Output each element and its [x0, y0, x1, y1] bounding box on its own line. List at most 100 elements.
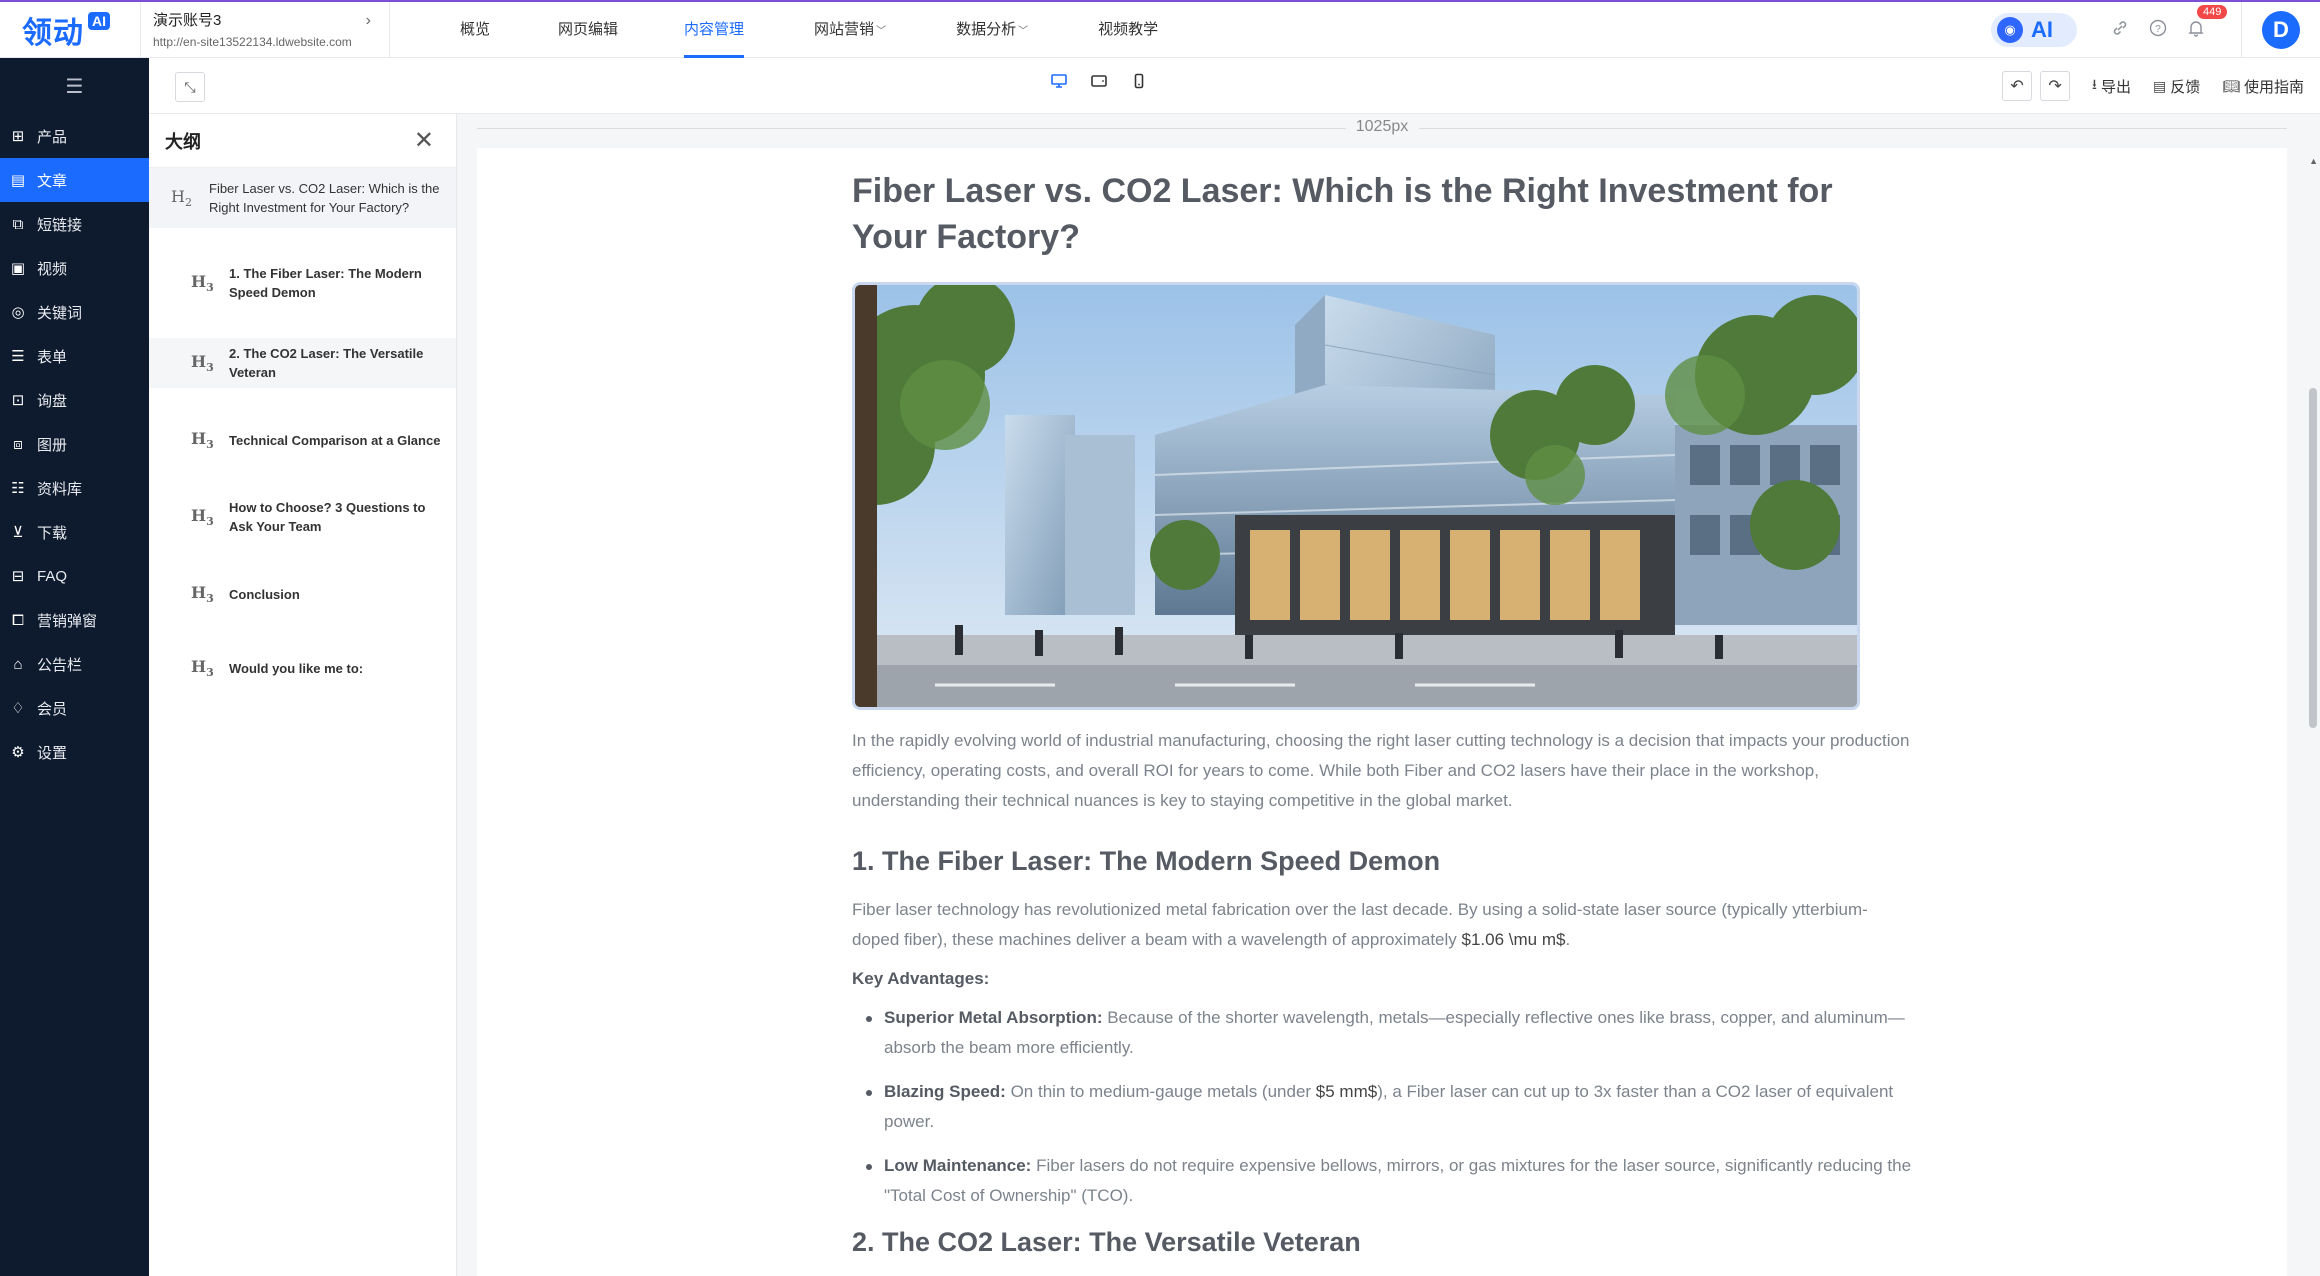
editor-canvas: 1025px Fiber Laser vs. CO2 Laser: Which …	[457, 114, 2320, 1276]
feedback-icon: ▤	[2152, 77, 2167, 94]
account-switcher[interactable]: 演示账号3 http://en-site13522134.ldwebsite.c…	[140, 2, 390, 58]
robot-icon: ◉	[1997, 17, 2023, 43]
outline-item-text: Technical Comparison at a Glance	[229, 432, 441, 448]
form-icon: ☰	[11, 348, 25, 365]
guide-button[interactable]: 📖︎ 使用指南	[2222, 76, 2304, 97]
feedback-button[interactable]: ▤ 反馈	[2153, 76, 2200, 97]
list-item[interactable]: Superior Metal Absorption: Because of th…	[866, 1003, 1912, 1063]
section-paragraph[interactable]: Fiber laser technology has revolutionize…	[852, 895, 1912, 955]
key-advantages-label[interactable]: Key Advantages:	[852, 969, 1912, 989]
document-icon: ▤	[10, 172, 26, 189]
article-title[interactable]: Fiber Laser vs. CO2 Laser: Which is the …	[852, 168, 1912, 260]
advantages-list: Superior Metal Absorption: Because of th…	[852, 1003, 1912, 1211]
list-item[interactable]: Blazing Speed: On thin to medium-gauge m…	[866, 1077, 1912, 1137]
nav-video-tutorials[interactable]: 视频教学	[1098, 2, 1158, 58]
nav-page-edit[interactable]: 网页编辑	[558, 2, 618, 58]
sidebar-item-short-links[interactable]: ⧉ 短链接	[0, 202, 149, 246]
sidebar-item-albums[interactable]: ⧈ 图册	[0, 422, 149, 466]
download-icon: ⊻	[12, 524, 24, 541]
desktop-icon[interactable]	[1039, 73, 1079, 94]
h3-icon: H3	[191, 505, 214, 529]
tablet-icon[interactable]	[1079, 73, 1119, 94]
sidebar-item-articles[interactable]: ▤ 文章	[0, 158, 149, 202]
outline-item-h3[interactable]: H3 How to Choose? 3 Questions to Ask You…	[149, 492, 456, 542]
brand-logo[interactable]: 领动 AI	[0, 2, 140, 58]
sidebar-item-keywords[interactable]: ◎ 关键词	[0, 290, 149, 334]
sidebar-item-forms[interactable]: ☰ 表单	[0, 334, 149, 378]
user-avatar[interactable]: D	[2262, 11, 2300, 49]
logo-ai-badge: AI	[88, 12, 110, 30]
link-icon[interactable]	[2101, 19, 2139, 42]
nav-data-analysis[interactable]: 数据分析 ﹀	[956, 2, 1028, 58]
outline-title: 大纲	[165, 132, 201, 152]
article-content[interactable]: Fiber Laser vs. CO2 Laser: Which is the …	[852, 168, 1912, 1258]
scrollbar-thumb[interactable]	[2309, 388, 2317, 728]
menu-toggle-icon[interactable]: ☰	[0, 58, 149, 114]
outline-item-h3[interactable]: H3 2. The CO2 Laser: The Versatile Veter…	[149, 338, 456, 388]
nav-site-marketing[interactable]: 网站营销 ﹀	[814, 2, 886, 58]
toolbar-actions: ↶ ↷ ⭳ 导出 ▤ 反馈 📖︎ 使用指南	[1994, 71, 2304, 101]
h3-icon: H3	[191, 656, 214, 680]
top-bar: 领动 AI 演示账号3 http://en-site13522134.ldweb…	[0, 0, 2320, 58]
close-icon[interactable]: ✕	[414, 126, 434, 155]
sidebar-item-members[interactable]: ♢ 会员	[0, 686, 149, 730]
sidebar-item-bulletin[interactable]: ⌂ 公告栏	[0, 642, 149, 686]
outline-item-text: Fiber Laser vs. CO2 Laser: Which is the …	[209, 181, 440, 215]
article-page[interactable]: Fiber Laser vs. CO2 Laser: Which is the …	[477, 148, 2287, 1276]
undo-icon[interactable]: ↶	[2002, 71, 2033, 101]
outline-item-h3[interactable]: H3 1. The Fiber Laser: The Modern Speed …	[149, 258, 456, 308]
redo-icon[interactable]: ↷	[2040, 71, 2071, 101]
chat-icon: ⊡	[11, 392, 25, 409]
collapse-icon[interactable]: ⤡	[175, 72, 205, 102]
mobile-icon[interactable]	[1119, 73, 1159, 94]
member-icon: ♢	[11, 700, 25, 717]
outline-header: 大纲 ✕	[149, 114, 456, 168]
database-icon: ☷	[11, 480, 25, 497]
divider	[2241, 2, 2242, 58]
outline-item-h2[interactable]: H2 Fiber Laser vs. CO2 Laser: Which is t…	[149, 168, 456, 228]
building-illustration	[855, 285, 1857, 707]
sidebar-item-videos[interactable]: ▣ 视频	[0, 246, 149, 290]
hero-image[interactable]	[852, 282, 1860, 710]
ruler-label: 1025px	[1345, 118, 1419, 136]
ai-label: AI	[2031, 17, 2053, 42]
sidebar-item-inquiries[interactable]: ⊡ 询盘	[0, 378, 149, 422]
help-icon[interactable]: ?	[2139, 19, 2177, 42]
link-icon: ⧉	[12, 215, 24, 233]
scrollbar[interactable]: ▲	[2306, 148, 2320, 1276]
sidebar-item-library[interactable]: ☷ 资料库	[0, 466, 149, 510]
notification-bell[interactable]: 449	[2177, 4, 2228, 42]
sidebar-item-popups[interactable]: ⧠ 营销弹窗	[0, 598, 149, 642]
outline-item-h3[interactable]: H3 Technical Comparison at a Glance	[149, 418, 456, 462]
ai-assistant-button[interactable]: ◉ AI	[1991, 13, 2077, 47]
notification-badge: 449	[2197, 4, 2228, 19]
nav-content-management[interactable]: 内容管理	[684, 2, 745, 58]
main-nav: 概览 网页编辑 内容管理 网站营销 ﹀ 数据分析 ﹀ 视频教学	[460, 2, 1158, 58]
account-url: http://en-site13522134.ldwebsite.com	[153, 35, 352, 49]
faq-icon: ⊟	[11, 568, 25, 585]
sidebar-item-downloads[interactable]: ⊻ 下载	[0, 510, 149, 554]
album-icon: ⧈	[13, 435, 23, 453]
section-heading[interactable]: 1. The Fiber Laser: The Modern Speed Dem…	[852, 846, 1912, 877]
intro-paragraph[interactable]: In the rapidly evolving world of industr…	[852, 726, 1912, 816]
logo-text: 领动	[22, 17, 84, 50]
bulletin-icon: ⌂	[13, 655, 23, 673]
sidebar-item-products[interactable]: ⊞ 产品	[0, 114, 149, 158]
outline-item-h3[interactable]: H3 Would you like me to:	[149, 646, 456, 690]
sidebar-item-faq[interactable]: ⊟ FAQ	[0, 554, 149, 598]
editor-toolbar: ⤡ ↶ ↷ ⭳ 导出 ▤ 反馈 📖︎ 使用指南	[149, 58, 2320, 114]
popup-icon: ⧠	[11, 611, 24, 629]
outline-item-h3[interactable]: H3 Conclusion	[149, 572, 456, 616]
nav-overview[interactable]: 概览	[460, 2, 490, 58]
sidebar-item-settings[interactable]: ⚙ 设置	[0, 730, 149, 774]
bell-icon	[2188, 20, 2204, 37]
outline-item-text: 1. The Fiber Laser: The Modern Speed Dem…	[229, 266, 422, 300]
list-item[interactable]: Low Maintenance: Fiber lasers do not req…	[866, 1151, 1912, 1211]
h2-icon: H2	[171, 186, 192, 210]
export-icon: ⭳	[2092, 76, 2097, 92]
scroll-up-icon[interactable]: ▲	[2309, 156, 2318, 166]
outline-item-text: Conclusion	[229, 586, 300, 602]
section-heading[interactable]: 2. The CO2 Laser: The Versatile Veteran	[852, 1227, 1912, 1258]
h3-icon: H3	[191, 428, 214, 452]
export-button[interactable]: ⭳ 导出	[2092, 74, 2131, 98]
